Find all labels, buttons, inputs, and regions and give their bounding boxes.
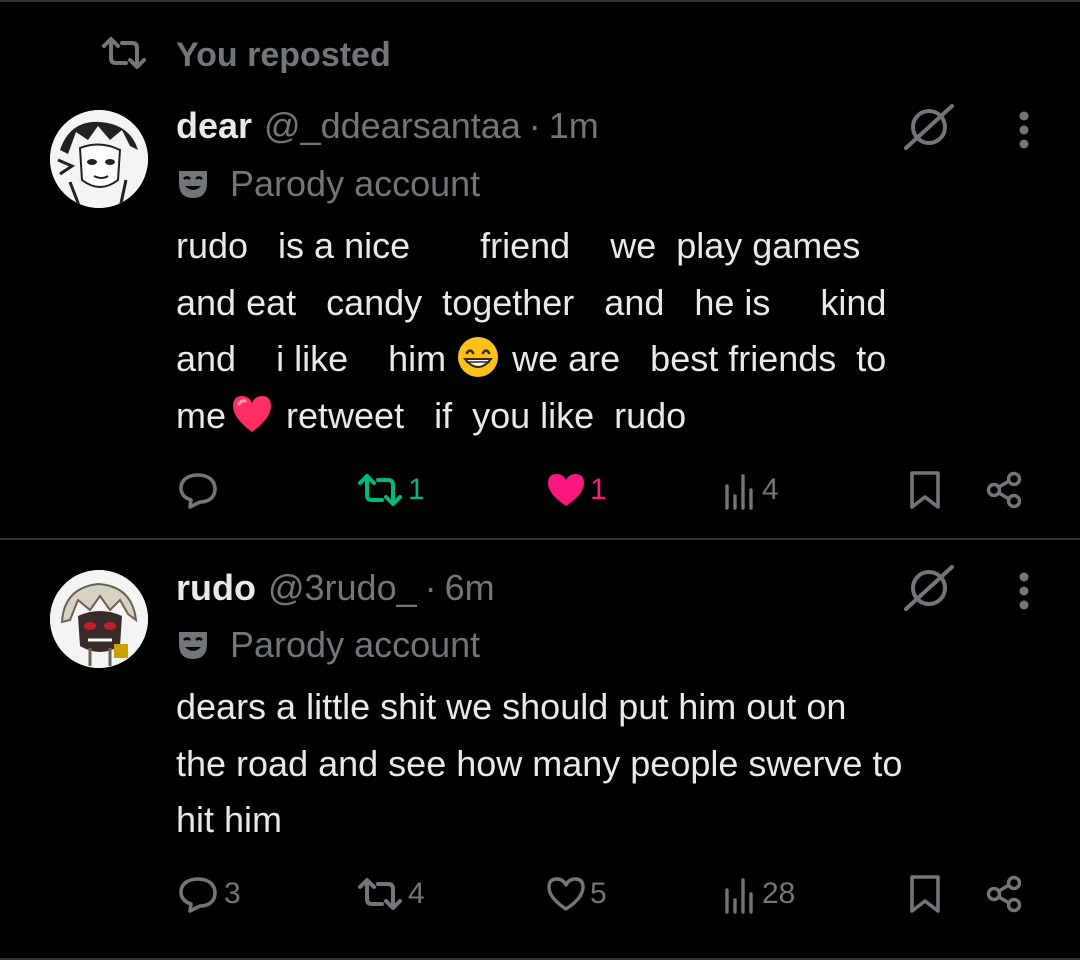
parody-badge: Parody account [176, 621, 480, 669]
bookmark-icon [910, 471, 940, 509]
grinning-emoji-icon [458, 337, 499, 377]
tweet-line: dears a little shit we should put him ou… [176, 686, 847, 727]
tweet-line: hit him [176, 799, 283, 840]
views-button[interactable]: 4 [722, 462, 779, 518]
heart-icon [547, 877, 585, 911]
bookmark-button[interactable] [908, 462, 942, 518]
repost-icon [358, 878, 402, 910]
repost-button[interactable]: 1 [356, 462, 425, 518]
share-icon [986, 875, 1022, 913]
share-button[interactable] [984, 462, 1024, 518]
tweet-text-segment: we are best friends to [512, 338, 887, 379]
display-name[interactable]: rudo [176, 567, 256, 609]
tweet-text-segment: retweet if you like rudo [286, 394, 687, 436]
views-count: 28 [762, 877, 796, 910]
repost-icon [358, 474, 402, 506]
views-bar-chart-icon [725, 878, 753, 914]
tweet-text: rudo is a nice friend we play games and … [176, 218, 1056, 444]
like-button[interactable]: 5 [546, 866, 607, 922]
bookmark-icon [910, 875, 940, 913]
tweet-header: rudo @3rudo_ · 6m [176, 563, 495, 613]
views-count: 4 [762, 473, 779, 506]
avatar[interactable] [50, 110, 148, 208]
reply-icon [179, 877, 217, 913]
parody-mask-icon [179, 632, 207, 659]
more-options-icon[interactable] [1006, 564, 1042, 618]
heart-icon [548, 474, 584, 506]
tweet-line: rudo is a nice friend we play games [176, 225, 861, 266]
tweet-line: me retweet if you like rudo [176, 388, 1056, 445]
share-icon [986, 471, 1022, 509]
views-bar-chart-icon [725, 474, 753, 510]
separator-dot: · [528, 105, 541, 146]
tweet-line: and eat candy together and he is kind [176, 281, 887, 323]
display-name[interactable]: dear [176, 105, 252, 147]
like-count: 1 [590, 473, 607, 506]
views-button[interactable]: 28 [722, 866, 795, 922]
timestamp[interactable]: 1m [549, 105, 599, 147]
reply-button[interactable]: 3 [176, 866, 241, 922]
grok-icon[interactable] [902, 100, 956, 154]
action-bar: 3 4 5 28 [0, 866, 1080, 922]
reply-icon [179, 473, 217, 509]
avatar[interactable] [50, 570, 148, 668]
tweet-2[interactable]: rudo @3rudo_ · 6m Parody account dears a… [0, 540, 1080, 958]
more-options-icon[interactable] [1006, 103, 1042, 157]
timestamp[interactable]: 6m [445, 567, 495, 609]
parody-badge: Parody account [176, 160, 480, 208]
parody-mask-icon [179, 171, 207, 198]
like-count: 5 [590, 877, 607, 910]
tweet-text: dears a little shit we should put him ou… [176, 679, 1056, 849]
repost-button[interactable]: 4 [356, 866, 425, 922]
repost-count: 1 [408, 473, 425, 506]
parody-label: Parody account [230, 624, 481, 665]
separator-dot: · [424, 567, 437, 608]
reply-button[interactable] [176, 462, 224, 518]
user-handle[interactable]: @3rudo_ [268, 567, 417, 609]
tweet-line: the road and see how many people swerve … [176, 742, 903, 784]
tweet-text-segment: and i like him [176, 338, 447, 379]
tweet-line: and i like him we are best friends to [176, 331, 1056, 388]
red-heart-emoji-icon [233, 395, 272, 432]
reply-count: 3 [224, 877, 241, 910]
tweet-header: dear @_ddearsantaa · 1m [176, 101, 599, 151]
tweet-text-segment: me [176, 394, 227, 436]
tweet-1[interactable]: dear @_ddearsantaa · 1m Parody account r… [0, 0, 1080, 538]
grok-icon[interactable] [902, 561, 956, 615]
parody-label: Parody account [230, 163, 481, 204]
action-bar: 1 1 4 [0, 462, 1080, 518]
bookmark-button[interactable] [908, 866, 942, 922]
like-button[interactable]: 1 [546, 462, 607, 518]
user-handle[interactable]: @_ddearsantaa [264, 105, 521, 147]
repost-count: 4 [408, 877, 425, 910]
share-button[interactable] [984, 866, 1024, 922]
